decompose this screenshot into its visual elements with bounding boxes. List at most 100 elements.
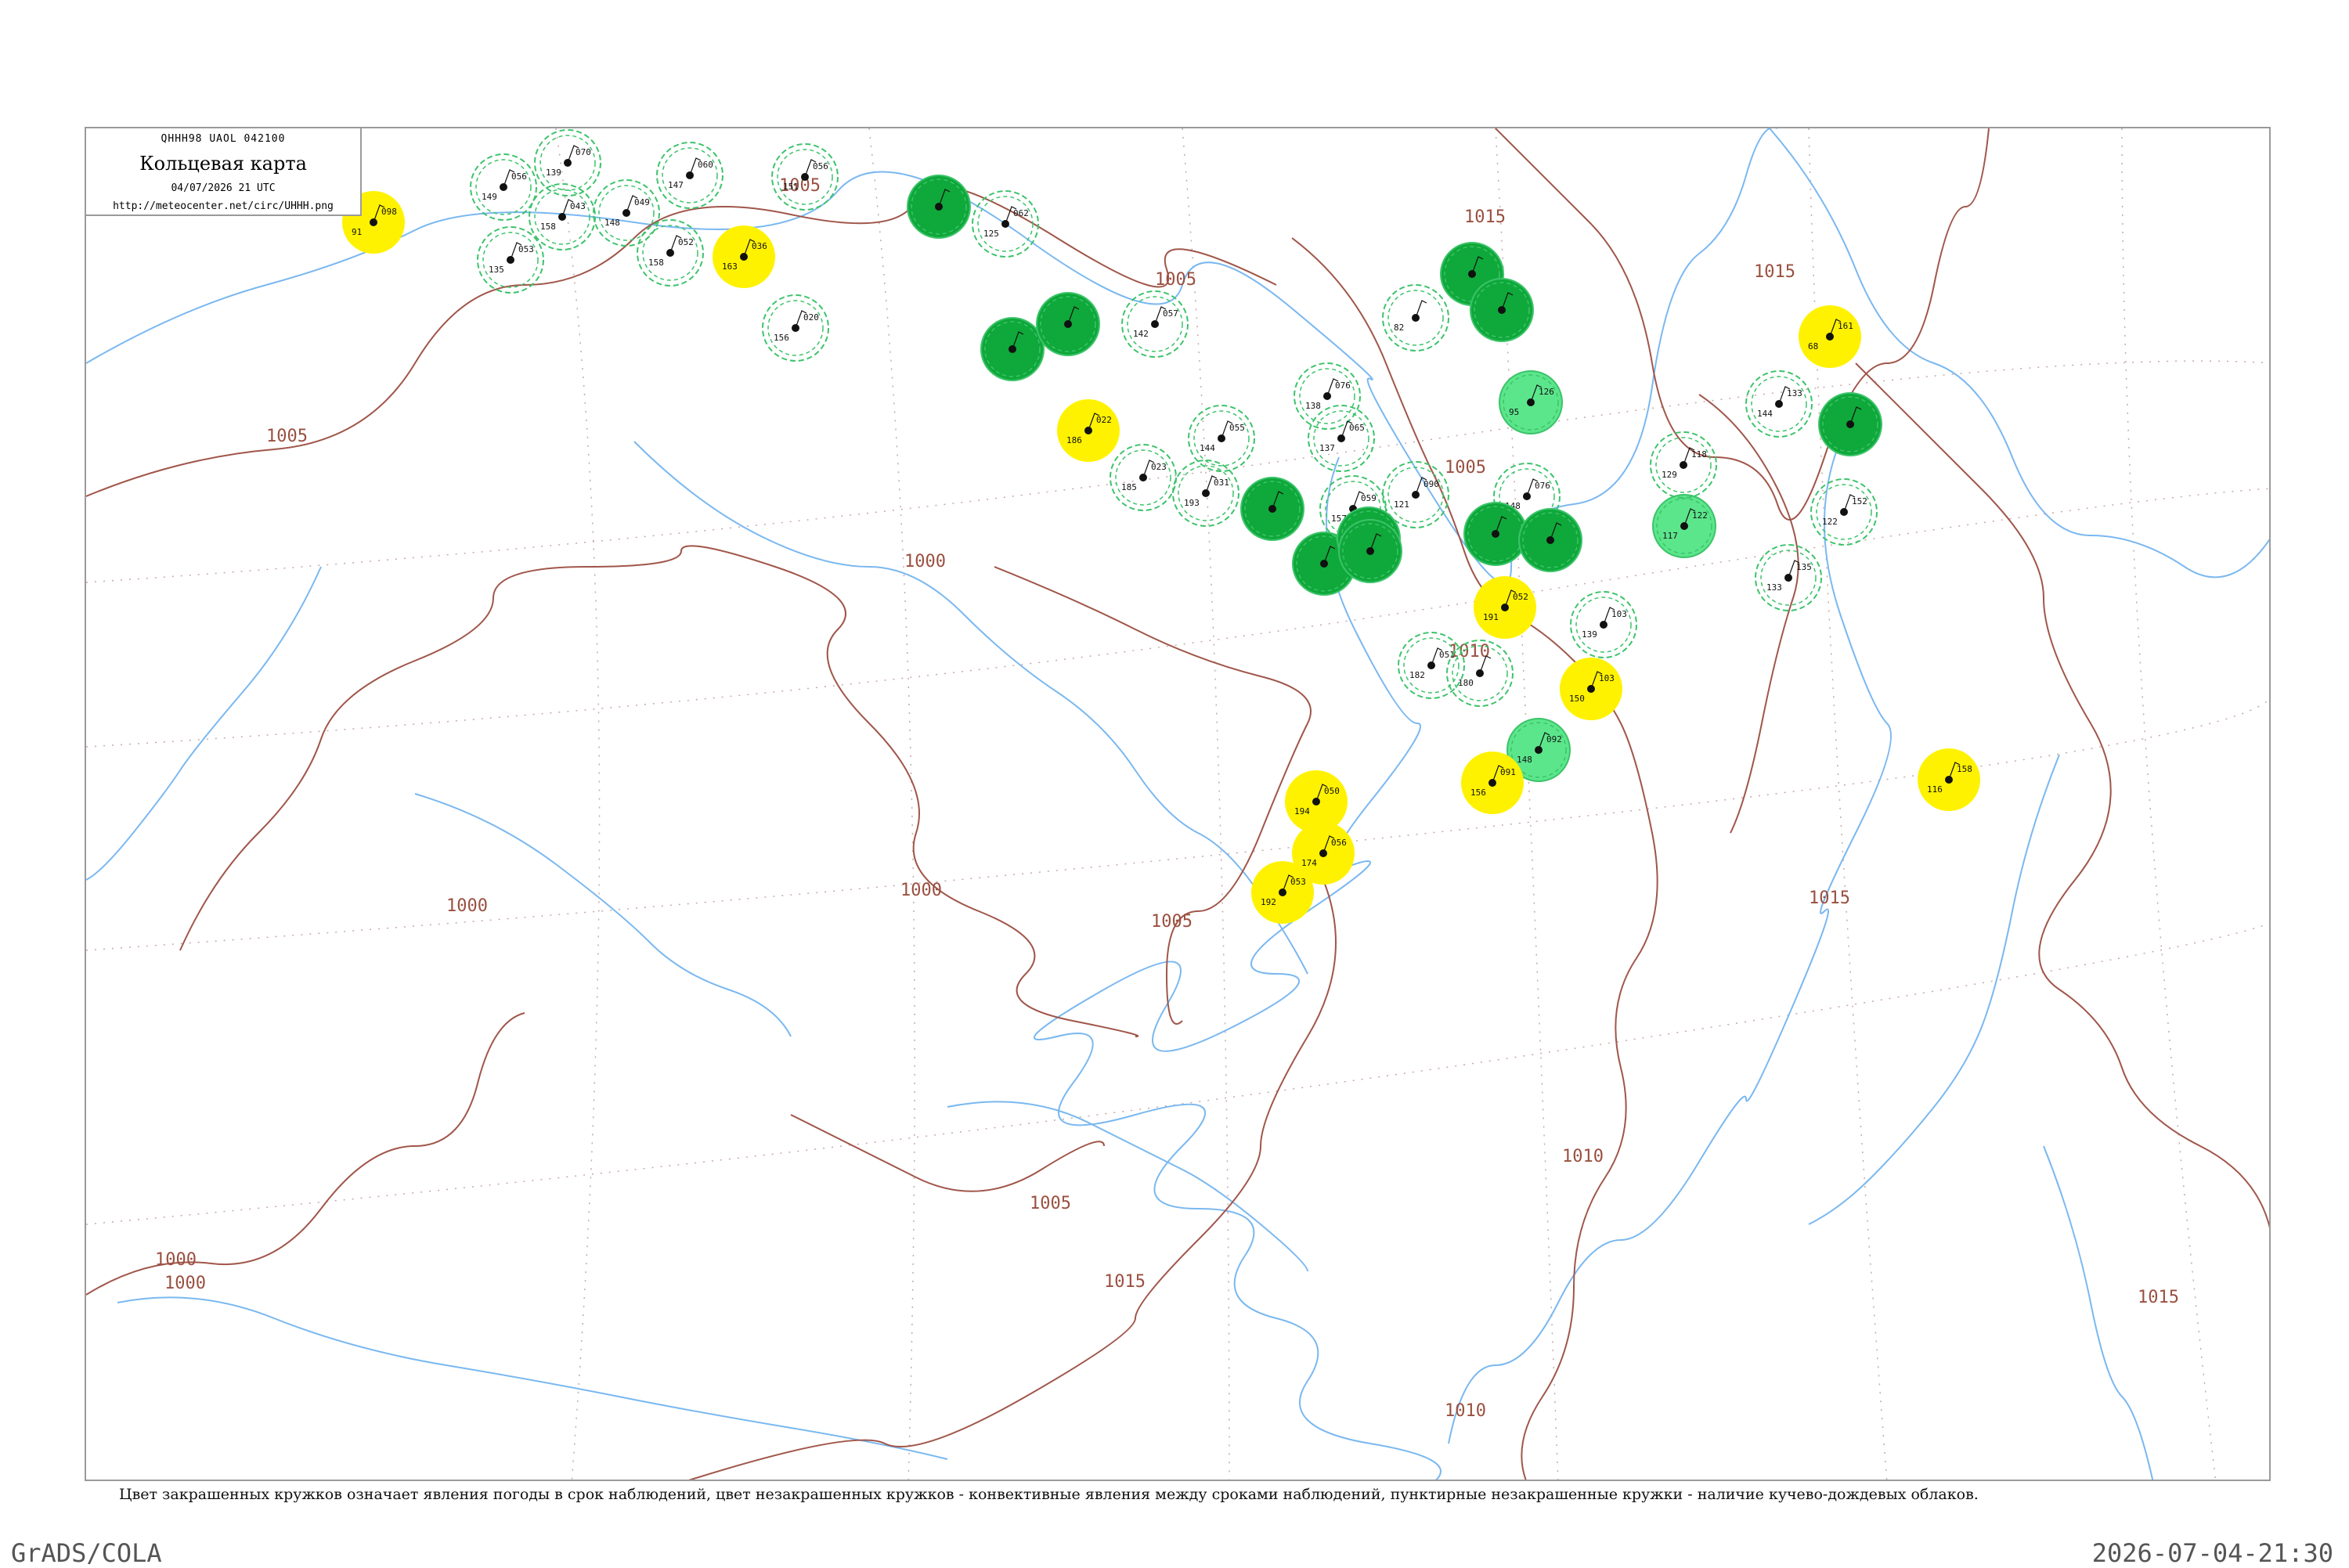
station-marker[interactable]: 135 133	[1755, 544, 1822, 611]
isobar-label: 1005	[1155, 270, 1196, 290]
station-marker[interactable]: 052 191	[1474, 576, 1536, 639]
station-pressure: 076	[1535, 481, 1550, 491]
station-marker[interactable]: 052 158	[637, 219, 704, 287]
station-temperature: 122	[1822, 517, 1838, 527]
station-marker[interactable]: 065 137	[1308, 405, 1375, 472]
station-temperature: 151	[783, 182, 799, 192]
station-marker[interactable]	[1463, 502, 1528, 566]
station-temperature: 133	[1766, 582, 1782, 593]
station-marker[interactable]	[1036, 292, 1100, 356]
station-marker[interactable]	[1240, 477, 1304, 541]
station-marker[interactable]: 022 186	[1057, 399, 1120, 462]
station-marker[interactable]	[1470, 278, 1534, 342]
station-temperature: 117	[1662, 531, 1678, 541]
station-pressure: 091	[1500, 767, 1516, 777]
map-title: Кольцевая карта	[139, 153, 307, 175]
station-pressure: 053	[1290, 877, 1306, 887]
station-pressure: 049	[634, 197, 650, 207]
station-pressure: 126	[1539, 387, 1554, 397]
station-marker[interactable]: 133 144	[1745, 370, 1813, 438]
station-pressure: 023	[1151, 462, 1167, 472]
station-temperature: 129	[1662, 470, 1677, 480]
station-marker[interactable]: 049 148	[593, 179, 660, 247]
station-temperature: 147	[668, 180, 684, 190]
isobar-label: 1005	[1151, 912, 1193, 932]
station-pressure: 036	[752, 241, 767, 251]
station-pressure: 070	[576, 147, 591, 157]
station-marker[interactable]: 126 95	[1499, 370, 1563, 434]
map-datetime: 04/07/2026 21 UTC	[171, 182, 276, 194]
station-marker[interactable]: 070 139	[534, 129, 601, 196]
station-marker[interactable]: 053 135	[477, 226, 544, 294]
station-marker[interactable]: 82	[1382, 284, 1449, 351]
station-pressure: 056	[1331, 838, 1347, 848]
station-marker[interactable]: 122 117	[1652, 494, 1716, 558]
station-temperature: 82	[1394, 323, 1404, 333]
station-marker[interactable]: 023 185	[1110, 444, 1177, 511]
footer-credit: GrADS/COLA	[11, 1538, 162, 1568]
map-canvas: 1005 1005 1005 1000 1000 1000 1005 1005 …	[86, 128, 2269, 1480]
isobar-label: 1000	[164, 1274, 206, 1293]
synoptic-map: 1005 1005 1005 1000 1000 1000 1005 1005 …	[85, 127, 2271, 1481]
isobar-label: 1000	[446, 896, 488, 916]
station-pressure: 052	[678, 237, 694, 247]
station-temperature: 150	[1569, 694, 1585, 704]
map-url[interactable]: http://meteocenter.net/circ/UHHH.png	[86, 200, 360, 212]
station-pressure: 158	[1957, 764, 1972, 774]
station-temperature: 191	[1483, 612, 1499, 622]
station-temperature: 139	[1582, 629, 1597, 640]
station-marker[interactable]: 020 156	[762, 294, 829, 362]
station-pressure: 161	[1838, 321, 1853, 331]
station-marker[interactable]: 057 142	[1121, 290, 1189, 358]
station-pressure: 057	[1163, 308, 1178, 319]
station-temperature: 186	[1066, 435, 1082, 445]
station-pressure: 062	[1013, 208, 1029, 218]
station-pressure: 020	[803, 312, 819, 323]
station-temperature: 192	[1261, 897, 1276, 907]
station-temperature: 182	[1409, 670, 1425, 680]
station-pressure: 053	[518, 244, 534, 254]
station-marker[interactable]: 056 149	[470, 153, 537, 221]
station-temperature: 95	[1509, 407, 1519, 417]
station-marker[interactable]	[1338, 519, 1402, 583]
station-pressure: 052	[1513, 592, 1528, 602]
station-pressure: 076	[1335, 380, 1351, 391]
station-marker[interactable]: 161 68	[1799, 305, 1861, 368]
station-pressure: 056	[813, 161, 828, 171]
station-marker[interactable]: 152 122	[1810, 478, 1878, 546]
station-pressure: 133	[1787, 388, 1802, 398]
station-pressure: 065	[1349, 423, 1365, 433]
station-marker[interactable]	[907, 175, 971, 239]
station-marker[interactable]: 076 138	[1294, 362, 1361, 430]
station-temperature: 144	[1200, 443, 1215, 453]
station-temperature: 116	[1927, 784, 1943, 795]
station-marker[interactable]	[1818, 392, 1882, 456]
station-marker[interactable]: 118 129	[1650, 431, 1717, 499]
station-marker[interactable]: 060 147	[656, 142, 723, 209]
station-temperature: 125	[983, 229, 999, 239]
station-marker[interactable]: 036 163	[713, 225, 775, 288]
station-marker[interactable]: 103 139	[1570, 591, 1637, 658]
station-marker[interactable]	[1518, 508, 1582, 572]
station-pressure: 090	[1423, 479, 1439, 489]
station-marker[interactable]: 062 125	[972, 190, 1039, 258]
station-temperature: 138	[1305, 401, 1321, 411]
station-temperature: 135	[489, 265, 504, 275]
station-marker[interactable]: 158 116	[1918, 748, 1980, 811]
station-pressure: 092	[1546, 734, 1562, 744]
isobar-label: 1005	[1030, 1194, 1071, 1213]
station-marker[interactable]	[980, 317, 1045, 381]
isobar-label: 1000	[904, 552, 946, 571]
station-temperature: 163	[722, 261, 738, 272]
station-marker[interactable]: 053 192	[1251, 861, 1314, 924]
footer-timestamp: 2026-07-04-21:30	[2091, 1538, 2333, 1568]
station-pressure: 056	[511, 171, 527, 182]
station-temperature: 139	[546, 168, 561, 178]
station-temperature: 148	[1517, 755, 1532, 765]
station-temperature: 91	[352, 227, 362, 237]
isobar-label: 1015	[1464, 207, 1506, 227]
station-pressure: 055	[1229, 423, 1245, 433]
station-pressure: 152	[1852, 496, 1867, 506]
station-marker[interactable]: 091 156	[1461, 752, 1524, 814]
station-marker[interactable]: 103 150	[1560, 658, 1622, 720]
